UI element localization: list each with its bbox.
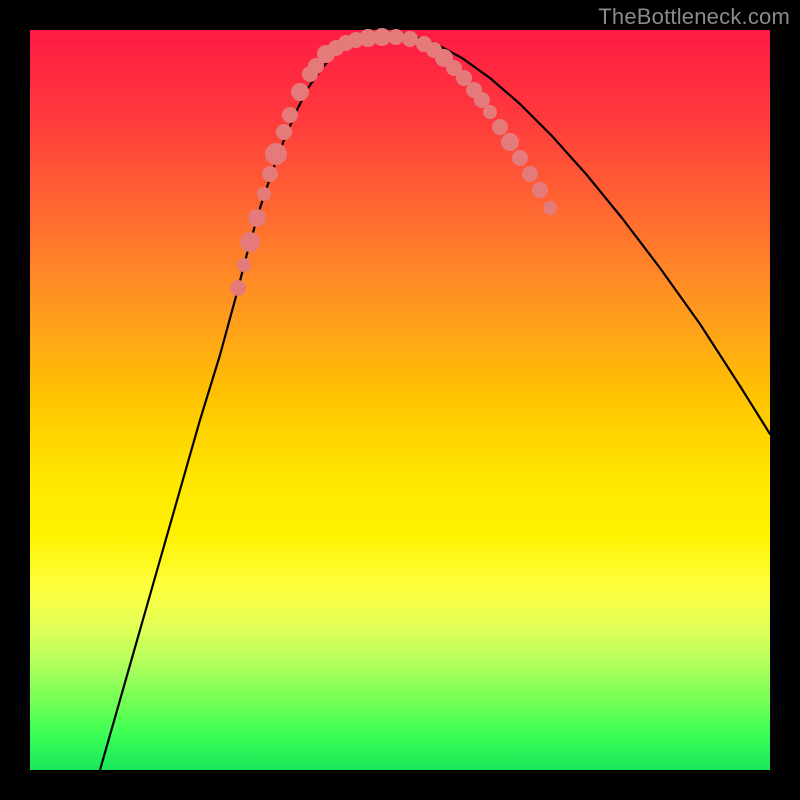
curve-marker <box>492 119 508 135</box>
curve-marker <box>230 280 246 296</box>
curve-marker <box>282 107 298 123</box>
bottleneck-curve <box>100 34 770 770</box>
curve-marker <box>237 258 251 272</box>
curve-marker <box>265 143 287 165</box>
curve-marker <box>262 166 278 182</box>
marker-group <box>230 28 557 296</box>
watermark-text: TheBottleneck.com <box>598 4 790 30</box>
curve-marker <box>240 232 260 252</box>
curve-marker <box>291 83 309 101</box>
curve-marker <box>257 187 271 201</box>
plot-area <box>30 30 770 770</box>
chart-frame: TheBottleneck.com <box>0 0 800 800</box>
curve-marker <box>512 150 528 166</box>
curve-marker <box>248 209 266 227</box>
curve-marker <box>501 133 519 151</box>
curve-marker <box>388 29 404 45</box>
curve-marker <box>532 182 548 198</box>
curve-marker <box>276 124 292 140</box>
curve-marker <box>522 166 538 182</box>
curve-svg <box>30 30 770 770</box>
curve-marker <box>483 105 497 119</box>
curve-marker <box>543 201 557 215</box>
curve-marker <box>402 31 418 47</box>
